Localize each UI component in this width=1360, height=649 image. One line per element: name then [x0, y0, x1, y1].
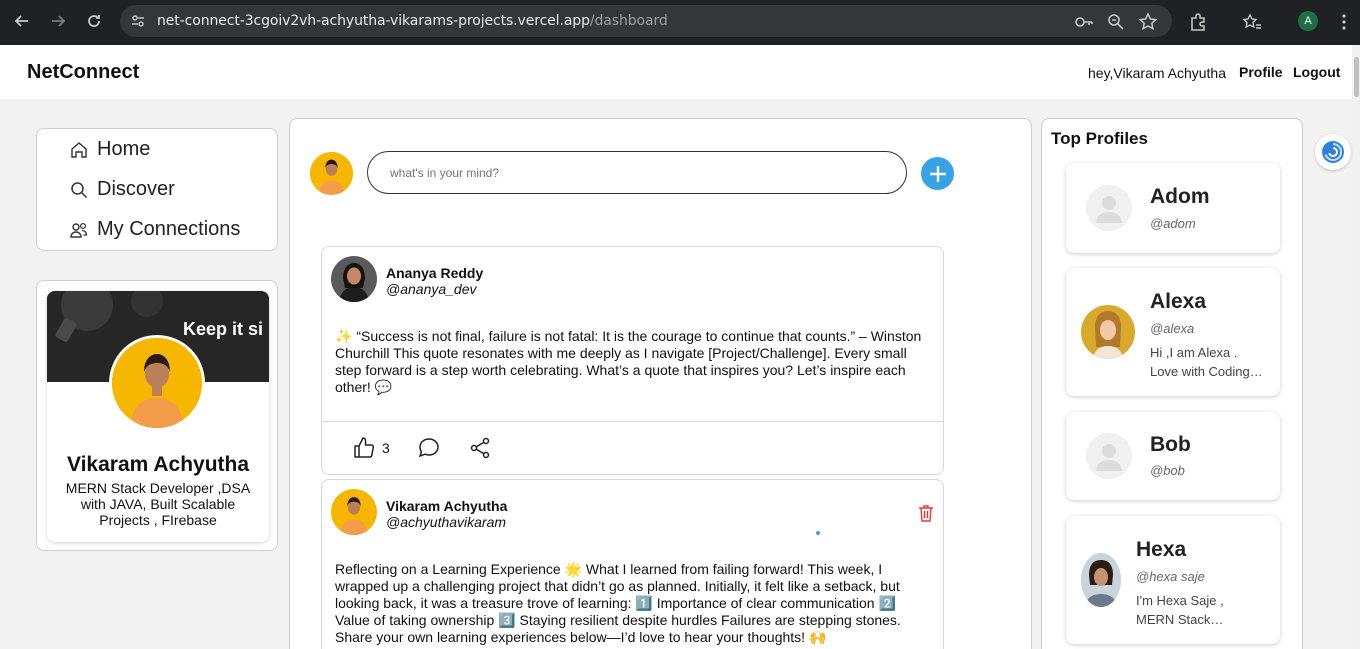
- app-header: NetConnect hey,Vikaram Achyutha Profile …: [0, 45, 1352, 99]
- post-body: ✨ “Success is not final, failure is not …: [335, 328, 922, 395]
- sidebar-item-discover[interactable]: Discover: [69, 178, 175, 201]
- account-avatar[interactable]: A: [1298, 11, 1318, 31]
- delete-post-button[interactable]: [918, 504, 934, 527]
- sidebar-item-connections[interactable]: My Connections: [69, 218, 240, 241]
- comment-icon: [418, 438, 439, 458]
- person-avatar-image: [331, 489, 377, 535]
- post-card: Vikaram Achyutha @achyuthavikaram Reflec…: [321, 479, 944, 649]
- add-post-button[interactable]: [921, 157, 954, 190]
- assistant-extension-icon[interactable]: [1315, 134, 1351, 170]
- top-profile-name: Alexa: [1150, 290, 1207, 313]
- profile-avatar[interactable]: [109, 335, 205, 431]
- post-author-avatar[interactable]: [331, 256, 377, 302]
- users-icon: [70, 222, 88, 238]
- post-actions: 3: [322, 421, 943, 475]
- more-menu-icon[interactable]: [1334, 12, 1354, 32]
- top-profile-name: Bob: [1150, 433, 1191, 456]
- sidebar-nav: Home Discover My Connections: [36, 128, 278, 251]
- thumbs-up-icon: [354, 437, 375, 458]
- top-profile-handle: @bob: [1150, 463, 1185, 478]
- reload-icon[interactable]: [82, 9, 106, 33]
- feed-panel: Ananya Reddy @ananya_dev ✨ “Success is n…: [289, 118, 1032, 649]
- url-text: net-connect-3cgoiv2vh-achyutha-vikarams-…: [157, 13, 668, 29]
- profile-link[interactable]: Profile: [1239, 64, 1283, 80]
- top-profiles-panel: Top Profiles Adom @adom Alexa @alexa Hi …: [1041, 118, 1303, 649]
- top-profile-bio: I'm Hexa Saje , MERN Stack…: [1136, 593, 1224, 627]
- post-author-avatar[interactable]: [331, 489, 377, 535]
- site-info-icon[interactable]: [130, 13, 146, 29]
- trash-icon: [919, 505, 933, 522]
- top-profile-card[interactable]: Hexa @hexa saje I'm Hexa Saje , MERN Sta…: [1066, 516, 1280, 644]
- comment-button[interactable]: [417, 436, 441, 460]
- composer-avatar[interactable]: [310, 152, 353, 195]
- browser-chrome: net-connect-3cgoiv2vh-achyutha-vikarams-…: [0, 0, 1360, 45]
- scrollbar-thumb[interactable]: [1354, 57, 1359, 97]
- post-author-name[interactable]: Ananya Reddy: [386, 265, 483, 281]
- search-icon: [71, 181, 88, 198]
- back-icon[interactable]: [10, 9, 34, 33]
- password-key-icon[interactable]: [1074, 12, 1094, 32]
- extensions-icon[interactable]: [1188, 12, 1208, 32]
- brand-logo[interactable]: NetConnect: [27, 61, 139, 84]
- person-avatar-image: [310, 152, 353, 195]
- top-profile-handle: @alexa: [1150, 321, 1195, 336]
- page-scrollbar[interactable]: [1352, 45, 1360, 649]
- person-avatar-image: [1081, 553, 1121, 607]
- top-profile-card[interactable]: Alexa @alexa Hi ,I am Alexa . Love with …: [1066, 268, 1280, 396]
- share-icon: [470, 437, 490, 459]
- default-avatar-icon: [1086, 433, 1132, 479]
- profile-name: Vikaram Achyutha: [66, 453, 250, 476]
- cover-text: Keep it si: [183, 319, 264, 339]
- top-profile-name: Adom: [1150, 185, 1210, 208]
- top-profile-card[interactable]: Bob @bob: [1066, 412, 1280, 500]
- sidebar-item-label: Home: [97, 138, 151, 160]
- profile-card-inner[interactable]: Keep it si Vikaram Achyutha MERN Stack D…: [47, 291, 269, 542]
- person-avatar-image: [331, 256, 377, 302]
- top-profile-handle: @hexa saje: [1136, 569, 1205, 584]
- bookmark-star-icon[interactable]: [1138, 12, 1158, 32]
- person-avatar-image: [1081, 305, 1135, 359]
- logout-link[interactable]: Logout: [1293, 64, 1340, 80]
- like-button[interactable]: 3: [352, 436, 390, 460]
- plus-icon: [929, 165, 946, 182]
- post-composer-input[interactable]: [367, 151, 907, 194]
- home-icon: [71, 141, 87, 158]
- loading-dot: [816, 531, 820, 535]
- forward-icon[interactable]: [46, 9, 70, 33]
- post-card: Ananya Reddy @ananya_dev ✨ “Success is n…: [321, 246, 944, 475]
- post-author-name[interactable]: Vikaram Achyutha: [386, 498, 507, 514]
- default-avatar-icon: [1086, 185, 1132, 231]
- like-count: 3: [382, 440, 390, 456]
- top-profile-card[interactable]: Adom @adom: [1066, 163, 1280, 253]
- sidebar-item-home[interactable]: Home: [69, 138, 150, 161]
- zoom-icon[interactable]: [1106, 12, 1126, 32]
- bookmarks-icon[interactable]: [1242, 12, 1262, 32]
- profile-bio: MERN Stack Developer ,DSA with JAVA, Bui…: [65, 480, 251, 528]
- post-author-handle: @achyuthavikaram: [386, 514, 507, 530]
- top-profile-bio: Hi ,I am Alexa . Love with Coding…: [1150, 345, 1263, 379]
- top-profiles-title: Top Profiles: [1051, 129, 1148, 148]
- profile-card: Keep it si Vikaram Achyutha MERN Stack D…: [36, 280, 278, 551]
- sidebar-item-label: My Connections: [97, 218, 241, 240]
- person-avatar-image: [112, 338, 202, 428]
- sidebar-item-label: Discover: [97, 178, 175, 200]
- post-author-handle: @ananya_dev: [386, 281, 477, 297]
- address-bar[interactable]: net-connect-3cgoiv2vh-achyutha-vikarams-…: [120, 5, 1172, 37]
- greeting-text: hey,Vikaram Achyutha: [1088, 65, 1227, 81]
- top-profile-name: Hexa: [1136, 538, 1187, 561]
- top-profile-handle: @adom: [1150, 216, 1196, 231]
- share-button[interactable]: [468, 436, 492, 460]
- post-body: Reflecting on a Learning Experience 🌟 Wh…: [335, 561, 901, 645]
